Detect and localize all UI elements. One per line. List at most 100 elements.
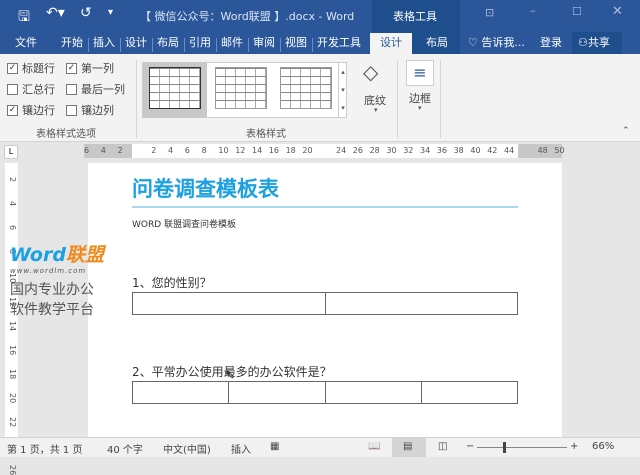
tab-design[interactable]: 设计 <box>125 34 147 50</box>
vruler-tick-label: 18 <box>8 369 17 380</box>
ribbon-display-icon[interactable]: ⊡ <box>485 6 494 19</box>
ruler-tick-label: 4 <box>168 146 174 155</box>
tab-layout[interactable]: 布局 <box>157 34 179 50</box>
doc-subtitle: WORD 联盟调查问卷模板 <box>132 220 237 230</box>
zoom-out-button[interactable]: − <box>466 441 474 452</box>
language[interactable]: 中文(中国) <box>163 441 211 456</box>
word-count[interactable]: 40 个字 <box>107 441 143 456</box>
table-style-plain-1[interactable] <box>215 67 267 109</box>
ruler-tick-label: 50 <box>554 146 565 155</box>
read-mode-icon[interactable]: 📖 <box>368 441 380 452</box>
ruler-tick-label: 40 <box>470 146 481 155</box>
document-page[interactable]: 问卷调查模板表 WORD 联盟调查问卷模板 1、您的性别？ 2、平常办公使用最多… <box>88 163 562 437</box>
window-title: 【 微信公众号：Word联盟 】.docx - Word <box>140 10 355 23</box>
vruler-tick-label: 22 <box>8 417 17 428</box>
ruler-tick-label: 48 <box>537 146 548 155</box>
ruler-tick-label: 10 <box>218 146 229 155</box>
minimize-icon[interactable]: – <box>530 4 536 17</box>
watermark-logo: Word联盟 www.wordlm.com 国内专业办公 软件教学平台 <box>10 244 104 318</box>
ruler-tick-label: 28 <box>369 146 380 155</box>
web-layout-icon[interactable]: ◫ <box>438 441 447 452</box>
ruler-tick-label: 44 <box>504 146 515 155</box>
zoom-level[interactable]: 66% <box>592 441 614 452</box>
vruler-tick-label: 26 <box>8 465 17 475</box>
title-underline <box>132 206 518 208</box>
mouse-cursor-icon: ➷ <box>224 367 236 383</box>
collapse-ribbon-icon[interactable]: ⌃ <box>622 126 630 136</box>
ribbon: ✓ 标题行 ✓ 第一列 汇总行 最后一列 ✓ 镶边行 镶边列 表格样式选项 ▴ ▾ ▾ 表… <box>0 54 640 142</box>
vruler-tick-label: 16 <box>8 345 17 356</box>
checkbox-header-row[interactable]: ✓ 标题行 <box>7 60 55 76</box>
ruler-tick-label: 6 <box>84 146 90 155</box>
tab-view[interactable]: 视图 <box>285 34 307 50</box>
table-style-grid[interactable] <box>149 67 201 109</box>
checkbox-banded-columns[interactable]: 镶边列 <box>66 102 114 118</box>
checkbox-last-column[interactable]: 最后一列 <box>66 81 125 97</box>
vruler-tick-label: 4 <box>8 201 17 207</box>
group-label-options: 表格样式选项 <box>36 129 96 140</box>
answer-table-2[interactable] <box>131 381 519 404</box>
table-tools-label: 表格工具 <box>393 10 437 23</box>
borders-icon[interactable]: ≡ <box>406 60 434 86</box>
tab-file[interactable]: 文件 <box>15 34 37 50</box>
group-label-styles: 表格样式 <box>246 129 286 140</box>
table-style-plain-2[interactable] <box>280 67 332 109</box>
ruler-tick-label: 4 <box>100 146 106 155</box>
login-link[interactable]: 登录 <box>540 34 562 50</box>
tab-home[interactable]: 开始 <box>61 34 83 50</box>
print-layout-icon[interactable]: ▤ <box>403 441 412 452</box>
ruler-tick-label: 8 <box>201 146 207 155</box>
page-count[interactable]: 第 1 页，共 1 页 <box>7 441 82 456</box>
ruler-tick-label: 20 <box>302 146 313 155</box>
tab-stop-selector[interactable]: L <box>4 145 18 159</box>
shading-icon[interactable]: ◇ <box>363 60 378 84</box>
checkbox-first-column[interactable]: ✓ 第一列 <box>66 60 114 76</box>
save-icon[interactable]: 🖫 <box>18 6 30 30</box>
vruler-tick-label: 6 <box>8 225 17 231</box>
ruler-tick-label: 6 <box>184 146 190 155</box>
tab-developer[interactable]: 开发工具 <box>317 34 361 50</box>
zoom-slider-thumb[interactable] <box>503 442 506 453</box>
tab-table-design[interactable]: 设计 <box>380 34 402 50</box>
question-1: 1、您的性别？ <box>132 276 212 290</box>
tab-table-layout[interactable]: 布局 <box>426 34 448 50</box>
macro-icon[interactable]: ▦ <box>270 441 279 452</box>
tell-me[interactable]: ♡ 告诉我... <box>468 34 525 50</box>
lightbulb-icon: ♡ <box>468 36 478 49</box>
share-button[interactable]: ⚇共享 <box>578 34 610 50</box>
ruler-tick-label: 12 <box>235 146 246 155</box>
tab-mailings[interactable]: 邮件 <box>221 34 243 50</box>
horizontal-ruler[interactable]: 6 4 2 2 4 6 8 10 12 14 16 18 20 24 26 28 30 32 34 36 38 40 42 4… <box>84 144 565 158</box>
status-bar: 第 1 页，共 1 页 40 个字 中文(中国) 插入 ▦ 📖 ▤ ◫ − + … <box>0 437 640 457</box>
ruler-tick-label: 30 <box>386 146 397 155</box>
ruler-tick-label: 14 <box>252 146 263 155</box>
ruler-tick-label: 24 <box>336 146 347 155</box>
zoom-in-button[interactable]: + <box>570 441 578 452</box>
maximize-icon[interactable]: ☐ <box>572 5 582 18</box>
vruler-tick-label: 2 <box>8 177 17 183</box>
vruler-tick-label: 20 <box>8 393 17 404</box>
answer-table-1[interactable] <box>132 292 518 315</box>
checkbox-banded-rows[interactable]: ✓ 镶边行 <box>7 102 55 118</box>
redo-icon[interactable]: ↺ <box>80 5 92 21</box>
customize-icon[interactable]: ▾ <box>108 7 113 18</box>
insert-mode[interactable]: 插入 <box>231 441 251 456</box>
ruler-tick-label: 2 <box>117 146 123 155</box>
ruler-tick-label: 18 <box>285 146 296 155</box>
ruler-tick-label: 34 <box>420 146 431 155</box>
undo-icon[interactable]: ↶▾ <box>46 5 65 21</box>
person-icon: ⚇ <box>578 36 588 49</box>
checkbox-total-row[interactable]: 汇总行 <box>7 81 55 97</box>
doc-title: 问卷调查模板表 <box>132 177 279 201</box>
ruler-tick-label: 32 <box>403 146 414 155</box>
tab-review[interactable]: 审阅 <box>253 34 275 50</box>
ribbon-tabs: 文件 开始 插入 设计 布局 引用 邮件 审阅 视图 开发工具 设计 布局 ♡ … <box>0 30 640 54</box>
tab-references[interactable]: 引用 <box>189 34 211 50</box>
zoom-slider[interactable] <box>477 447 567 448</box>
ruler-tick-label: 16 <box>268 146 279 155</box>
close-icon[interactable]: ✕ <box>612 4 623 19</box>
ruler-tick-label: 42 <box>487 146 498 155</box>
ruler-tick-label: 2 <box>151 146 157 155</box>
tab-insert[interactable]: 插入 <box>93 34 115 50</box>
gallery-scroll[interactable]: ▴ ▾ ▾ <box>338 63 347 117</box>
